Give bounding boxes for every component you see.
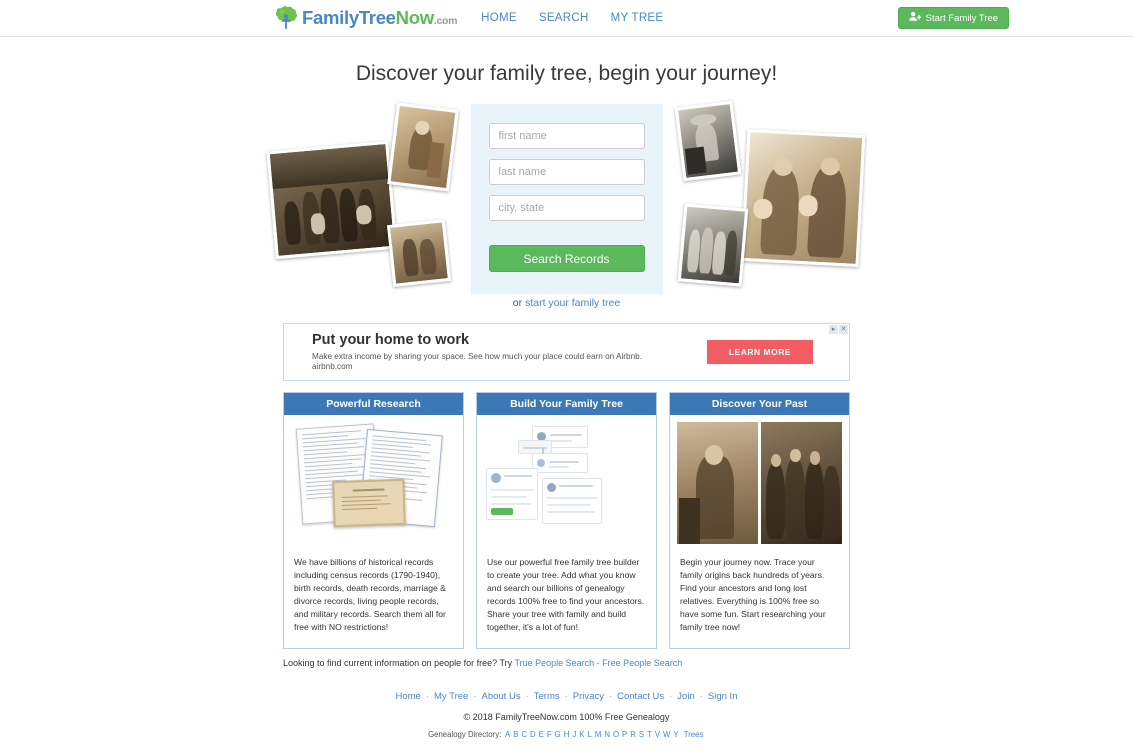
footer-link-sign-in[interactable]: Sign In [708, 691, 738, 702]
directory-link-a[interactable]: A [505, 730, 510, 739]
ad-url: airbnb.com [312, 362, 353, 372]
ad-description: Make extra income by sharing your space.… [312, 351, 642, 361]
directory-link-p[interactable]: P [622, 730, 627, 739]
card-powerful-research: Powerful Research We have billions of hi… [283, 392, 464, 650]
vintage-photo-soldier [677, 422, 758, 544]
directory-letter-links: ABCDEFGHJKLMNOPRSTVWY [503, 730, 680, 739]
footer-nav: Home · My Tree · About Us · Terms · Privacy · Cont… [395, 691, 738, 703]
copyright-text: © 2018 FamilyTreeNow.com 100% Free Genea… [463, 712, 670, 723]
tree-builder-screenshot-image [484, 422, 649, 544]
directory-link-d[interactable]: D [530, 730, 536, 739]
directory-link-g[interactable]: G [555, 730, 561, 739]
last-name-input[interactable] [488, 159, 645, 185]
site-header: FamilyTreeNow.com HOME SEARCH MY TREE St… [0, 0, 1133, 37]
feature-cards: Powerful Research We have billions of hi… [283, 392, 850, 650]
directory-link-f[interactable]: F [547, 730, 552, 739]
nav-item-search[interactable]: SEARCH [539, 12, 589, 24]
ad-learn-more-button[interactable]: LEARN MORE [706, 340, 813, 364]
footer-link-contact-us[interactable]: Contact Us [617, 691, 664, 702]
logo-text-family: Family [302, 6, 359, 28]
vintage-photo-family-trio [761, 422, 842, 544]
adchoices-controls[interactable]: ▸ ✕ [829, 325, 848, 334]
footer-link-privacy[interactable]: Privacy [573, 691, 604, 702]
directory-link-r[interactable]: R [630, 730, 636, 739]
city-state-input[interactable] [488, 195, 645, 221]
vintage-photo-couple [386, 219, 452, 287]
records-collage-image [291, 422, 456, 544]
vintage-photo-child [387, 102, 459, 192]
card-description: We have billions of historical records i… [294, 557, 446, 633]
directory-label: Genealogy Directory: [428, 730, 502, 740]
search-records-button[interactable]: Search Records [488, 245, 645, 272]
directory-link-v[interactable]: V [655, 730, 660, 739]
advertisement-banner[interactable]: ▸ ✕ Put your home to work Make extra inc… [283, 323, 850, 381]
start-tree-prompt: or start your family tree [0, 297, 1133, 309]
directory-link-trees[interactable]: Trees [684, 730, 704, 739]
tree-icon [274, 5, 298, 31]
card-title: Build Your Family Tree [477, 393, 656, 415]
or-text: or [512, 297, 526, 309]
main-nav: HOME SEARCH MY TREE [481, 12, 663, 24]
footer-link-my-tree[interactable]: My Tree [434, 691, 468, 702]
card-build-your-family-tree: Build Your Family Tree Use our powerful … [476, 392, 657, 650]
site-logo[interactable]: FamilyTreeNow.com [274, 5, 457, 31]
certificate-document [332, 478, 406, 528]
directory-link-l[interactable]: L [587, 730, 591, 739]
logo-text-tree: Tree [358, 6, 396, 28]
nav-item-home[interactable]: HOME [481, 12, 517, 24]
card-description: Use our powerful free family tree builde… [487, 557, 645, 633]
start-family-tree-label: Start Family Tree [925, 12, 998, 24]
start-your-family-tree-link[interactable]: start your family tree [525, 297, 620, 309]
card-discover-your-past: Discover Your Past Begin your journey no… [669, 392, 850, 650]
ad-title: Put your home to work [312, 331, 470, 348]
directory-link-y[interactable]: Y [673, 730, 678, 739]
logo-text-com: .com [433, 14, 458, 27]
first-name-input[interactable] [488, 123, 645, 149]
directory-link-h[interactable]: H [564, 730, 570, 739]
footer-link-terms[interactable]: Terms [534, 691, 560, 702]
card-title: Discover Your Past [670, 393, 849, 415]
start-family-tree-button[interactable]: Start Family Tree [897, 7, 1009, 29]
directory-link-k[interactable]: K [579, 730, 584, 739]
nav-item-my-tree[interactable]: MY TREE [611, 12, 664, 24]
vintage-photo-group [266, 140, 398, 260]
directory-link-j[interactable]: J [572, 730, 576, 739]
logo-text-now: Now [395, 6, 434, 28]
people-search-prefix: Looking to find current information on p… [283, 658, 515, 669]
ancestor-photos-image [677, 422, 842, 544]
footer-link-home[interactable]: Home [396, 691, 421, 702]
footer-link-join[interactable]: Join [677, 691, 694, 702]
right-photo-collage [674, 100, 866, 287]
card-description: Begin your journey now. Trace your famil… [680, 557, 826, 633]
person-plus-icon [908, 11, 921, 25]
close-icon[interactable]: ✕ [839, 325, 848, 334]
left-photo-collage [266, 102, 459, 287]
genealogy-directory: Genealogy Directory: ABCDEFGHJKLMNOPRSTV… [0, 730, 1133, 739]
page-title: Discover your family tree, begin your jo… [355, 62, 778, 85]
directory-link-m[interactable]: M [595, 730, 602, 739]
vintage-photo-family-portrait [740, 129, 866, 267]
directory-link-t[interactable]: T [647, 730, 652, 739]
people-search-promo: Looking to find current information on p… [283, 658, 850, 668]
vintage-photo-children-group [677, 203, 749, 287]
logo-wordmark: FamilyTreeNow.com [302, 6, 458, 28]
directory-link-o[interactable]: O [613, 730, 619, 739]
directory-link-s[interactable]: S [639, 730, 644, 739]
directory-link-e[interactable]: E [539, 730, 544, 739]
adchoices-icon[interactable]: ▸ [829, 325, 838, 334]
footer-link-about-us[interactable]: About Us [482, 691, 521, 702]
directory-link-b[interactable]: B [513, 730, 518, 739]
directory-link-w[interactable]: W [663, 730, 670, 739]
search-panel: Search Records [470, 104, 663, 294]
hero-section: Search Records [266, 100, 866, 294]
directory-link-n[interactable]: N [604, 730, 610, 739]
card-title: Powerful Research [284, 393, 463, 415]
vintage-photo-toddler [674, 100, 742, 182]
directory-link-c[interactable]: C [521, 730, 527, 739]
true-people-search-link[interactable]: True People Search - Free People Search [514, 658, 682, 668]
